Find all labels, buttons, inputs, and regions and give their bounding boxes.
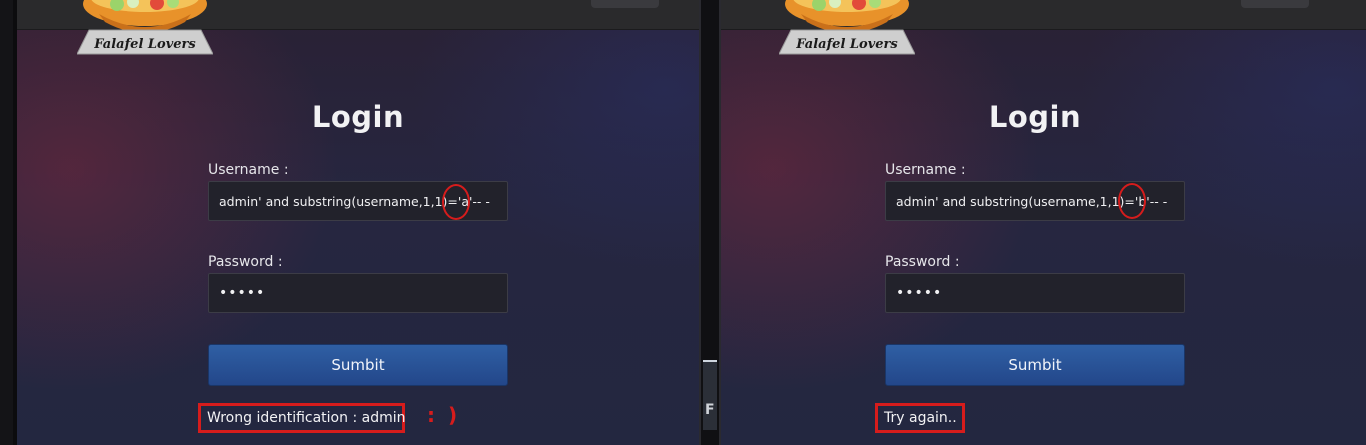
screenshot-stage: Falafel Lovers Login Username : admin' a… xyxy=(0,0,1366,445)
left-browser-panel: Falafel Lovers Login Username : admin' a… xyxy=(17,0,699,445)
nav-menu-button[interactable] xyxy=(1241,0,1309,8)
background-window-fragment: F xyxy=(703,360,717,430)
brand-text: Falafel Lovers xyxy=(93,37,196,52)
password-input[interactable]: ••••• xyxy=(885,273,1185,313)
result-message: Wrong identification : admin xyxy=(198,403,405,433)
highlight-circle-annotation xyxy=(1118,183,1146,219)
password-label: Password : xyxy=(208,254,283,270)
page-title: Login xyxy=(311,100,405,134)
result-message: Try again.. xyxy=(875,403,965,433)
nav-menu-button[interactable] xyxy=(591,0,659,8)
smiley-annotation: : ) xyxy=(427,403,461,427)
falafel-lovers-logo: Falafel Lovers xyxy=(778,0,916,56)
username-label: Username : xyxy=(885,162,966,178)
page-title: Login xyxy=(988,100,1082,134)
password-label: Password : xyxy=(885,254,960,270)
password-input[interactable]: ••••• xyxy=(208,273,508,313)
brand-text: Falafel Lovers xyxy=(795,37,898,52)
username-label: Username : xyxy=(208,162,289,178)
submit-button[interactable]: Sumbit xyxy=(208,344,508,386)
submit-button[interactable]: Sumbit xyxy=(885,344,1185,386)
falafel-lovers-logo: Falafel Lovers xyxy=(76,0,214,56)
right-browser-panel: Falafel Lovers Login Username : admin' a… xyxy=(721,0,1366,445)
highlight-circle-annotation xyxy=(442,184,470,220)
fragment-glyph: F xyxy=(705,402,715,418)
